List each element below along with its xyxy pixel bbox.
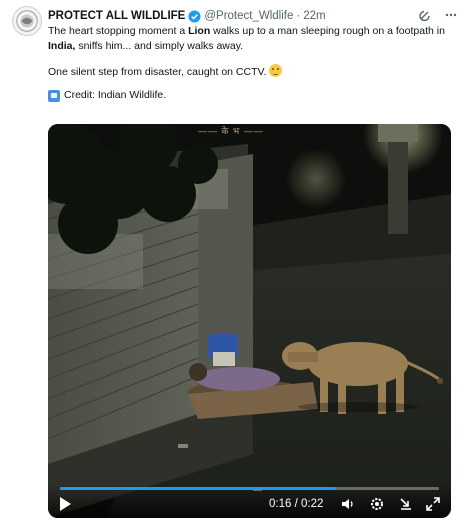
tweet: PROTECT ALL WILDLIFE @Protect_Wldlife · … <box>0 0 468 520</box>
play-icon[interactable] <box>60 497 71 511</box>
avatar[interactable] <box>12 6 42 36</box>
camera-icon <box>48 89 60 102</box>
video-duration: 0:22 <box>300 498 324 510</box>
video-progress-fill <box>60 487 336 490</box>
video-progress-bar[interactable] <box>60 487 439 490</box>
tweet-paragraph-2: One silent step from disaster, caught on… <box>48 64 460 80</box>
video-controls: 0:16 / 0:22 <box>48 484 451 518</box>
flushed-face-icon <box>269 64 283 77</box>
tweet-paragraph-1: The heart stopping moment a Lion walks u… <box>48 25 445 52</box>
separator-dot: · <box>296 10 301 22</box>
video-caption-overlay: —— के भ —— <box>198 126 264 136</box>
tweet-header: PROTECT ALL WILDLIFE @Protect_Wldlife · … <box>48 8 458 24</box>
handle[interactable]: @Protect_Wldlife <box>204 10 293 22</box>
video-timecode: 0:16 / 0:22 <box>269 498 323 510</box>
download-icon[interactable] <box>398 496 414 512</box>
verified-badge-icon <box>188 9 201 23</box>
video-frame <box>48 124 451 518</box>
video-time-separator: / <box>291 498 301 510</box>
display-name[interactable]: PROTECT ALL WILDLIFE <box>48 10 185 22</box>
video-current-time: 0:16 <box>269 498 292 510</box>
tweet-text: The heart stopping moment a Lion walks u… <box>48 24 460 103</box>
grok-icon[interactable] <box>418 8 432 22</box>
video-player[interactable]: —— के भ —— 0:16 / 0:22 <box>48 124 451 518</box>
volume-icon[interactable] <box>340 496 356 512</box>
tweet-credit: Credit: Indian Wildlife. <box>48 88 460 103</box>
timestamp[interactable]: 22m <box>303 10 325 22</box>
more-icon[interactable] <box>444 8 458 22</box>
settings-icon[interactable] <box>369 496 385 512</box>
fullscreen-icon[interactable] <box>425 496 441 512</box>
